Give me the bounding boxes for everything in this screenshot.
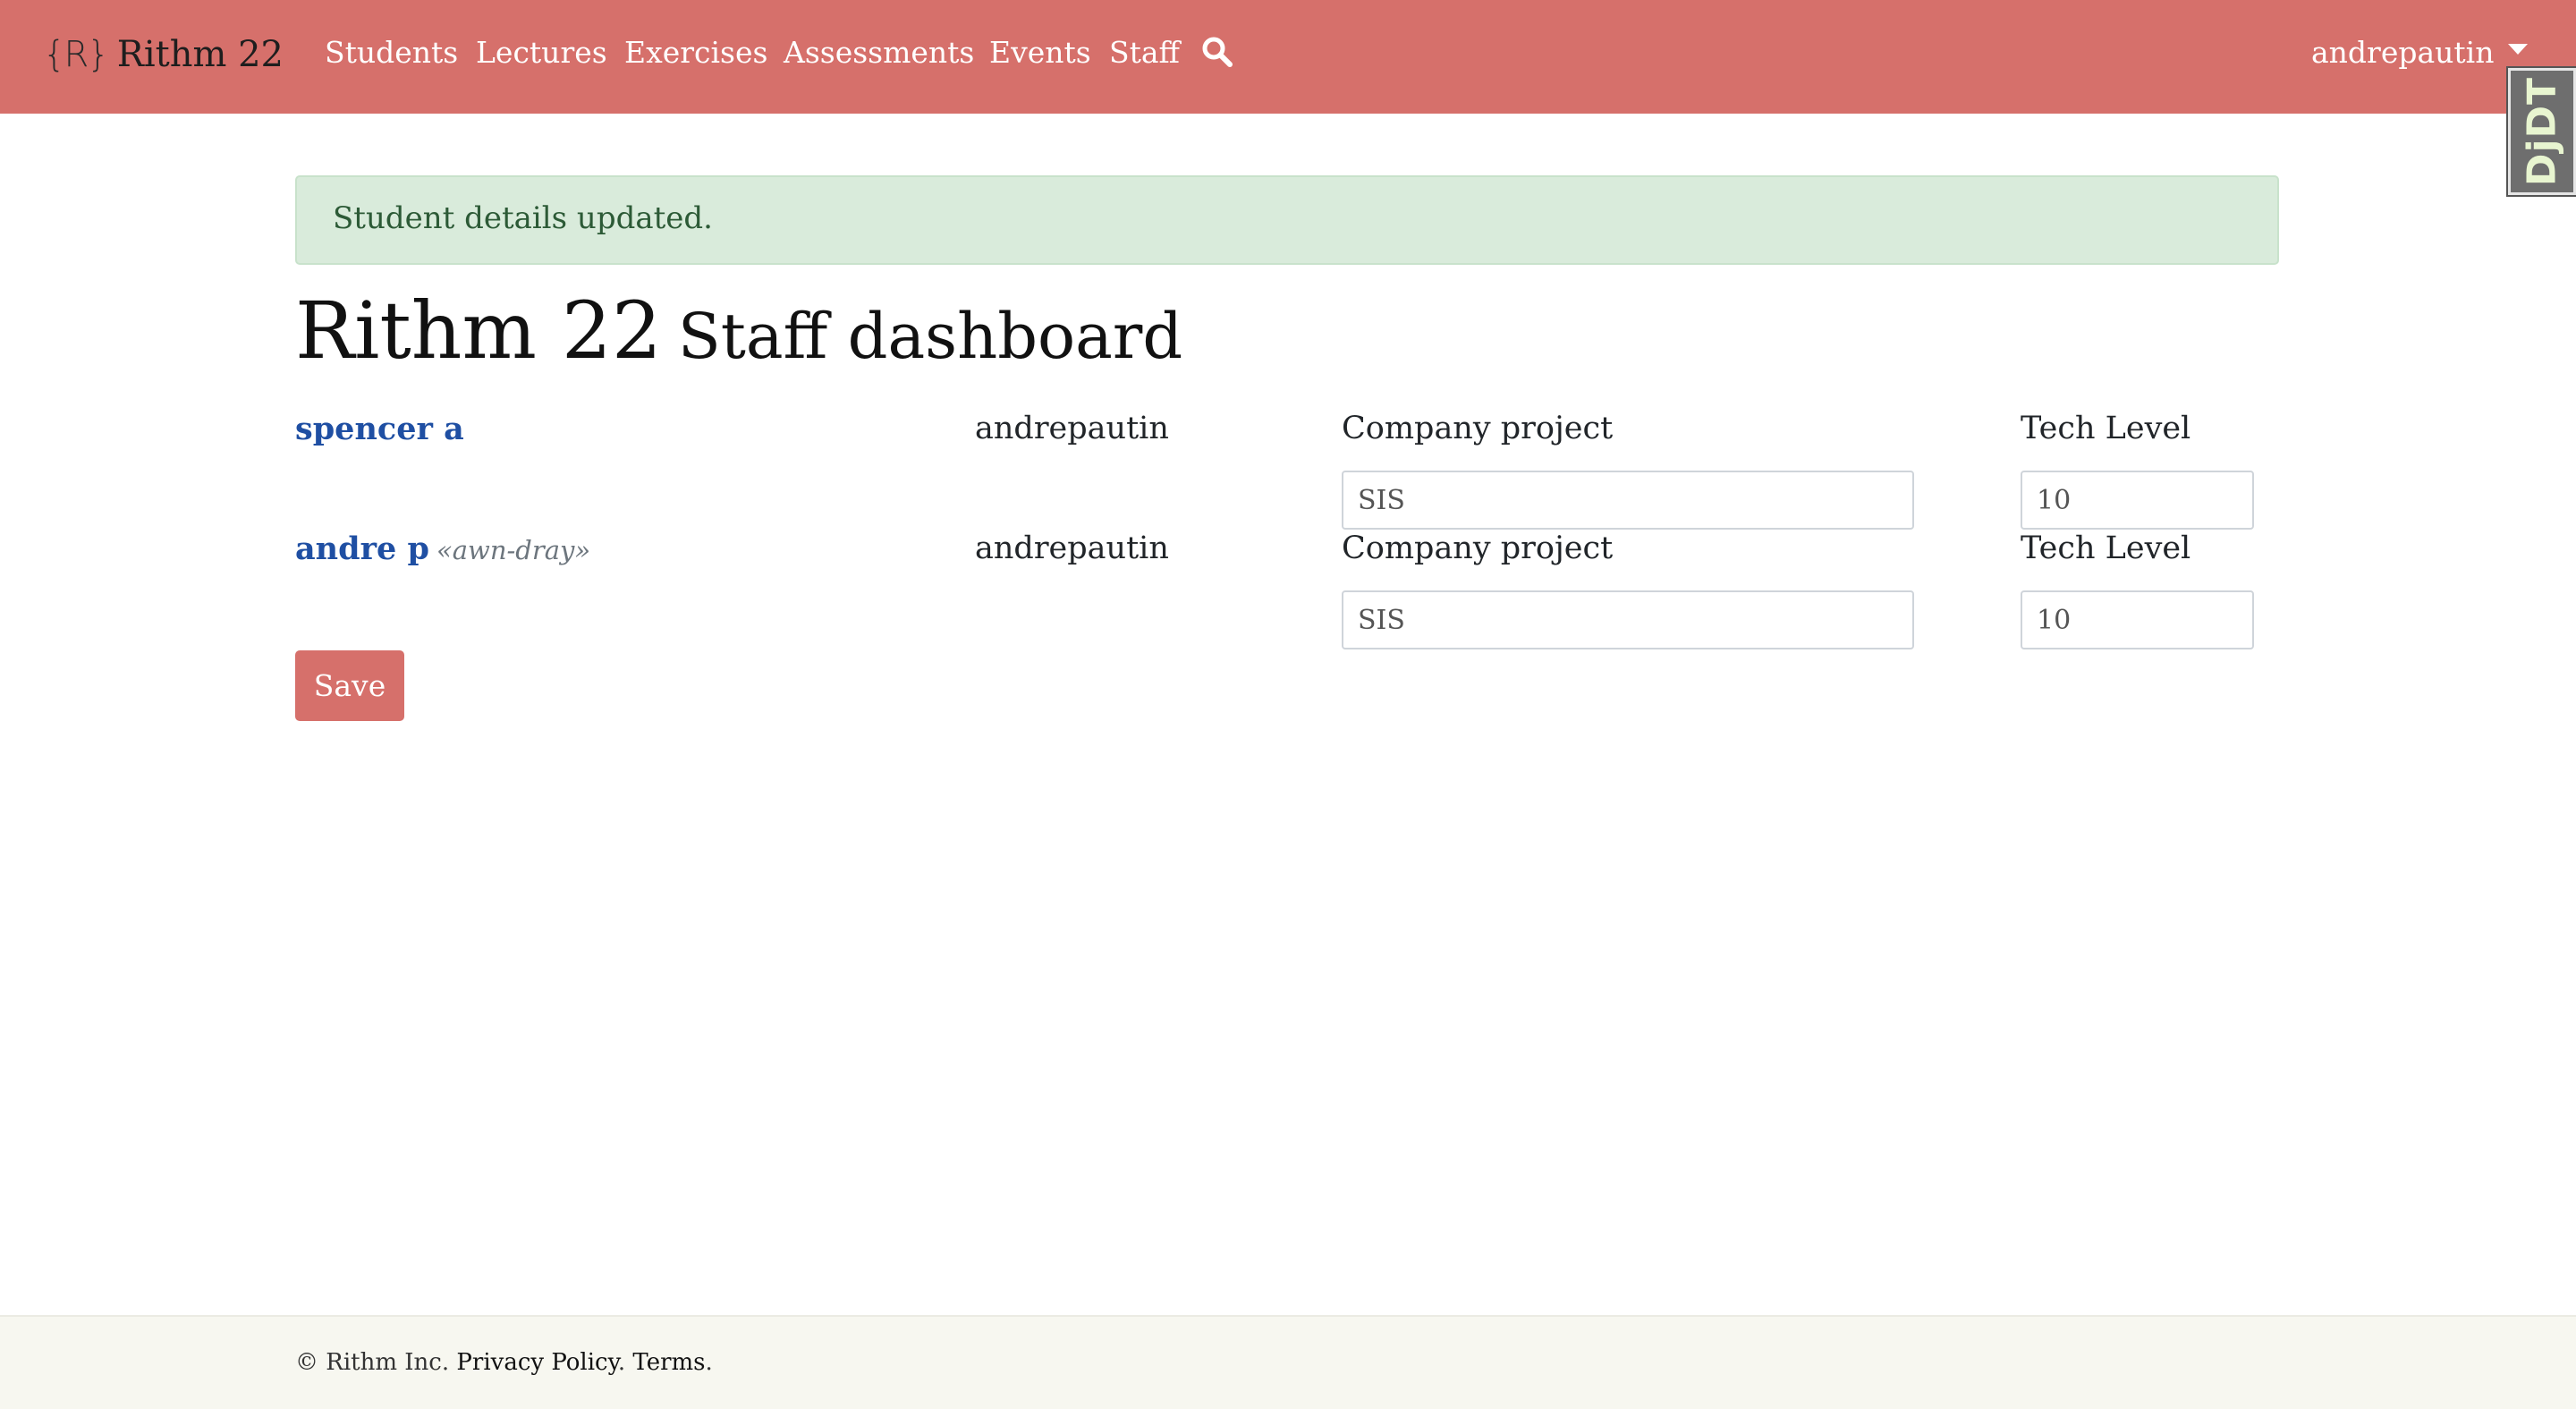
company-project-input[interactable]: [1342, 471, 1914, 530]
student-nickname: «awn-dray»: [436, 535, 591, 565]
alert-message: Student details updated.: [333, 200, 713, 236]
nav-exercises[interactable]: Exercises: [624, 30, 767, 75]
student-name: andre p: [295, 530, 429, 567]
nav-lectures[interactable]: Lectures: [476, 30, 607, 75]
tech-level-input[interactable]: [2021, 471, 2254, 530]
student-name: spencer a: [295, 411, 464, 447]
brand-logo: {R}: [43, 34, 110, 75]
nav-events[interactable]: Events: [989, 30, 1091, 75]
privacy-policy-link[interactable]: Privacy Policy: [456, 1349, 617, 1376]
nav-staff[interactable]: Staff: [1109, 30, 1180, 75]
debug-toolbar-handle[interactable]: DjDT: [2506, 66, 2576, 197]
student-name-link[interactable]: andre p «awn-dray»: [295, 530, 590, 567]
footer-text: © Rithm Inc. Privacy Policy. Terms.: [295, 1349, 713, 1376]
page-title: Rithm 22 Staff dashboard: [295, 284, 1182, 377]
tech-level-label: Tech Level: [2021, 411, 2191, 446]
user-menu[interactable]: andrepautin: [2311, 30, 2529, 75]
tech-level-label: Tech Level: [2021, 530, 2191, 566]
success-alert: Student details updated.: [295, 175, 2279, 265]
nav-assessments[interactable]: Assessments: [784, 30, 974, 75]
page-title-main: Rithm 22: [295, 284, 662, 377]
company-project-label: Company project: [1342, 411, 1614, 446]
terms-link[interactable]: Terms: [632, 1349, 705, 1376]
search-icon[interactable]: [1201, 36, 1233, 68]
footer: © Rithm Inc. Privacy Policy. Terms.: [0, 1315, 2576, 1409]
brand[interactable]: {R} Rithm 22: [43, 23, 284, 86]
tech-level-input[interactable]: [2021, 590, 2254, 649]
footer-copyright: © Rithm Inc.: [295, 1349, 450, 1376]
company-project-input[interactable]: [1342, 590, 1914, 649]
nav-students[interactable]: Students: [325, 30, 458, 75]
company-project-label: Company project: [1342, 530, 1614, 566]
debug-toolbar-label: DjDT: [2519, 76, 2565, 187]
page-title-sub: Staff dashboard: [677, 300, 1183, 373]
caret-down-icon: [2508, 44, 2529, 55]
save-button[interactable]: Save: [295, 650, 404, 721]
brand-name: Rithm 22: [116, 34, 284, 75]
user-name: andrepautin: [2311, 35, 2495, 70]
student-name-link[interactable]: spencer a: [295, 411, 464, 447]
top-navbar: {R} Rithm 22 Students Lectures Exercises…: [0, 0, 2576, 114]
student-owner: andrepautin: [975, 411, 1169, 446]
student-owner: andrepautin: [975, 530, 1169, 566]
